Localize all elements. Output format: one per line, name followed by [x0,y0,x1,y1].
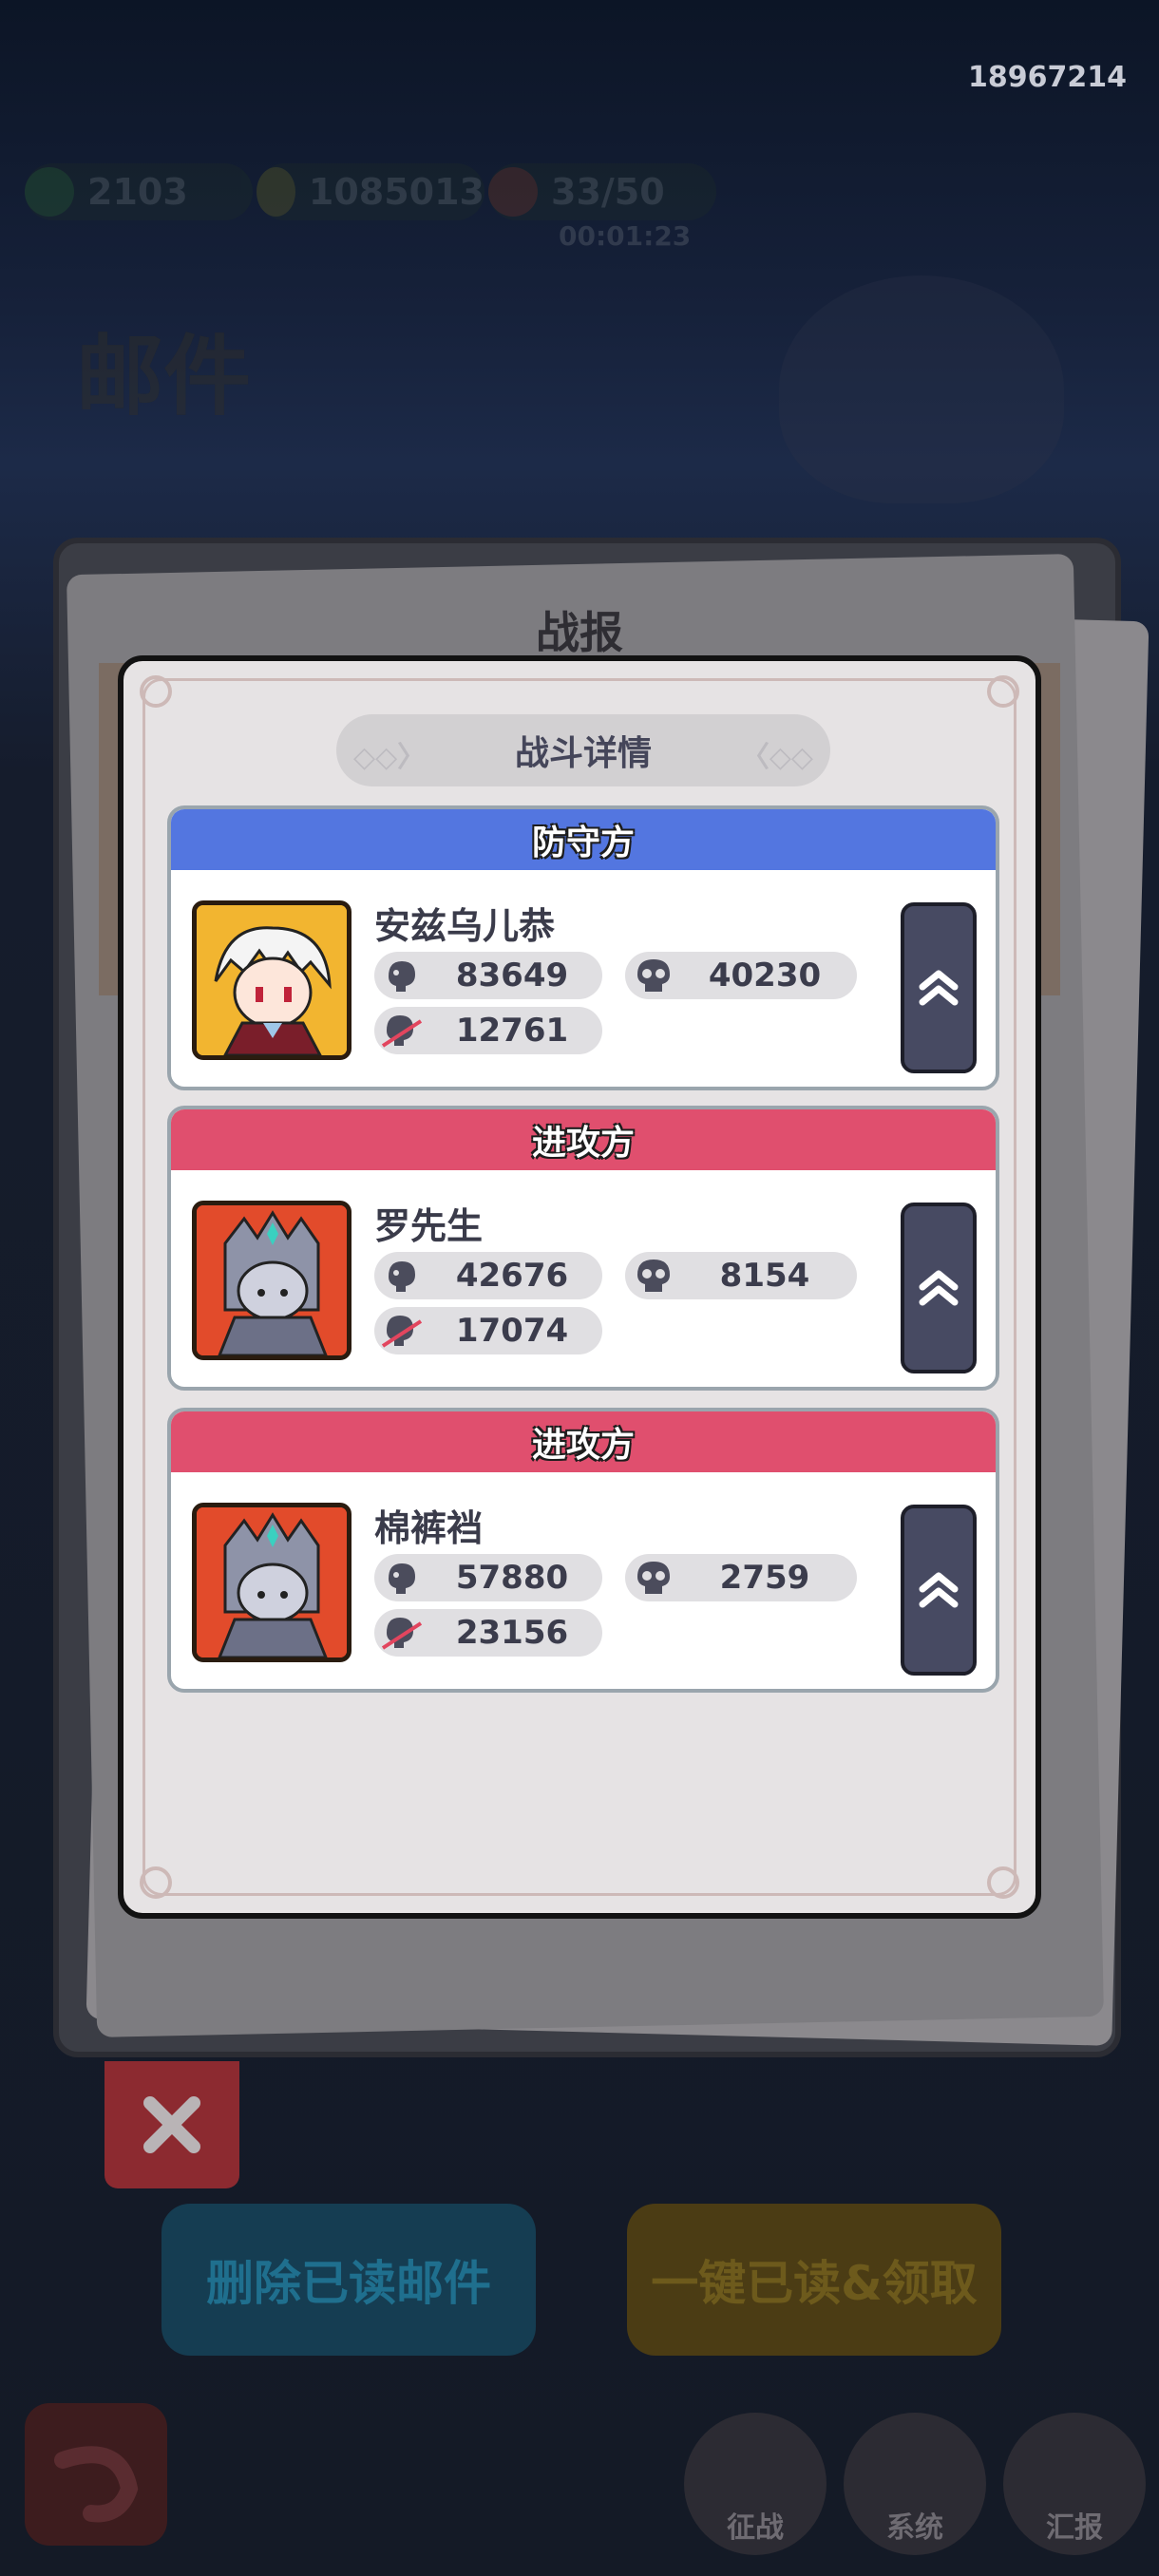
combatant-name: 罗先生 [374,1205,484,1247]
damage-icon [374,1554,431,1601]
corner-ornament [987,675,1019,708]
losses-value: 17074 [455,1312,569,1350]
double-chevron-up-icon [919,1270,959,1306]
delete-read-button[interactable]: 删除已读邮件 [162,2204,536,2356]
resource-gems[interactable]: 2103 [25,163,253,220]
damage-icon [374,1252,431,1299]
double-chevron-up-icon [919,970,959,1006]
decoration-left-icon: ◇◇〉 [353,741,427,774]
skull-icon [625,1554,682,1601]
combatant-card-defender: 防守方 安兹乌儿恭 83649 40230 12761 [167,805,999,1090]
nav-item-campaign[interactable]: 征战 [684,2413,826,2555]
skull-icon [625,952,682,999]
kills-stat: 2759 [625,1554,857,1601]
gold-coin-icon [256,167,295,217]
losses-value: 12761 [455,1012,569,1050]
hero-portrait[interactable] [192,900,352,1060]
white-hair-hero-portrait-icon [197,905,347,1055]
battle-details-title: ◇◇〉 战斗详情 〈◇◇ [336,714,830,786]
resource-stamina-value: 33/50 [551,171,665,213]
nav-item-label: 汇报 [1046,2511,1103,2545]
expand-button[interactable] [901,1203,977,1373]
resource-coins-value: 1085013 [308,171,484,213]
losses-stat: 12761 [374,1007,602,1054]
combatant-card-attacker: 进攻方 罗先生 42676 8154 17074 [167,1106,999,1391]
back-arrow-icon [54,2446,139,2523]
nav-item-label: 征战 [727,2511,784,2545]
mascot-icon [779,275,1064,503]
losses-icon [374,1307,431,1354]
corner-ornament [987,1866,1019,1899]
kills-value: 2759 [719,1559,810,1597]
losses-stat: 23156 [374,1609,602,1657]
hero-portrait[interactable] [192,1503,352,1662]
side-banner: 防守方 [171,809,996,870]
expand-button[interactable] [901,1505,977,1676]
damage-value: 42676 [455,1257,569,1295]
kills-value: 8154 [719,1257,810,1295]
kills-stat: 40230 [625,952,857,999]
kills-value: 40230 [708,957,822,994]
nav-item-label: 系统 [886,2511,943,2545]
corner-ornament [140,675,172,708]
resource-coins[interactable]: 1085013 [256,163,484,220]
close-icon [143,2096,200,2153]
combatant-name: 安兹乌儿恭 [374,905,556,947]
corner-ornament [140,1866,172,1899]
user-id: 18967214 [968,61,1127,94]
losses-stat: 17074 [374,1307,602,1354]
nav-item-system[interactable]: 系统 [844,2413,986,2555]
damage-value: 83649 [455,957,569,994]
damage-stat: 57880 [374,1554,602,1601]
losses-value: 23156 [455,1614,569,1652]
silver-armor-hero-portrait-icon [197,1205,347,1355]
damage-stat: 42676 [374,1252,602,1299]
close-button[interactable] [104,2061,239,2188]
decoration-right-icon: 〈◇◇ [740,741,813,774]
damage-stat: 83649 [374,952,602,999]
double-chevron-up-icon [919,1572,959,1608]
silver-armor-hero-portrait-icon [197,1507,347,1657]
back-button[interactable] [25,2403,167,2546]
report-title: 战报 [536,607,623,658]
nav-item-report[interactable]: 汇报 [1003,2413,1146,2555]
stamina-icon [488,167,538,217]
page-title: 邮件 [76,326,252,427]
stamina-timer: 00:01:23 [559,220,692,252]
expand-button[interactable] [901,902,977,1073]
side-banner: 进攻方 [171,1109,996,1170]
side-banner: 进攻方 [171,1411,996,1472]
battle-details-title-text: 战斗详情 [514,734,652,773]
green-gem-icon [25,167,74,217]
battle-details-modal: ◇◇〉 战斗详情 〈◇◇ 防守方 安兹乌儿恭 83649 40230 12761… [118,655,1041,1919]
damage-value: 57880 [455,1559,569,1597]
losses-icon [374,1609,431,1657]
damage-icon [374,952,431,999]
resource-stamina[interactable]: 33/50 [488,163,716,220]
losses-icon [374,1007,431,1054]
kills-stat: 8154 [625,1252,857,1299]
resource-gems-value: 2103 [87,171,188,213]
hero-portrait[interactable] [192,1201,352,1360]
skull-icon [625,1252,682,1299]
combatant-card-attacker: 进攻方 棉裤裆 57880 2759 23156 [167,1408,999,1693]
combatant-name: 棉裤裆 [374,1507,484,1549]
read-claim-button[interactable]: 一键已读&领取 [627,2204,1001,2356]
